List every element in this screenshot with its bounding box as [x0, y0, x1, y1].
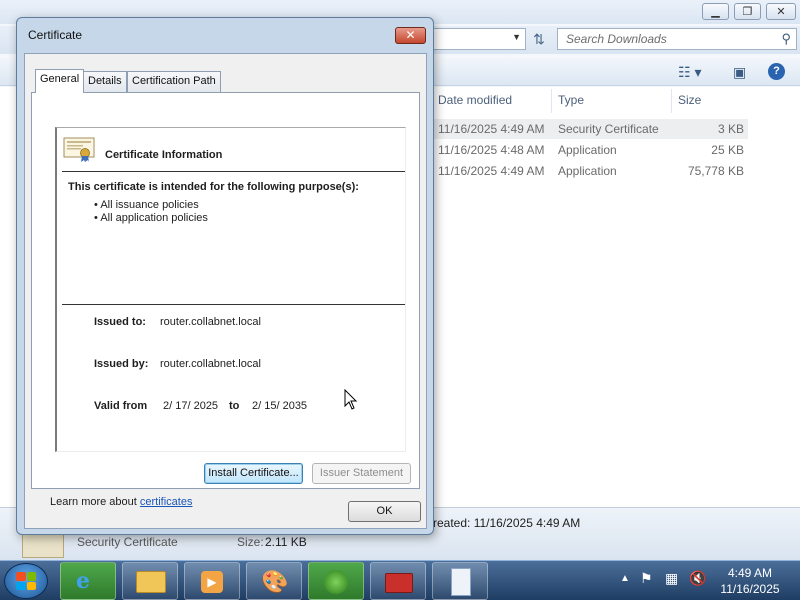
column-type[interactable]: Type [558, 93, 584, 107]
certificate-icon [63, 137, 95, 162]
folder-icon [136, 571, 166, 593]
preview-pane-icon[interactable]: ▣ [733, 63, 746, 81]
column-size[interactable]: Size [678, 93, 701, 107]
file-size: 25 KB [711, 143, 744, 157]
certificate-info-title: Certificate Information [105, 149, 223, 161]
tab-general[interactable]: General [35, 69, 85, 93]
explorer-close-button[interactable]: ✕ [766, 3, 796, 20]
taskbar: e ▶ 🎨 ▲ ⚑ ▦ 🔇 4:49 AM 11/16/2025 [0, 560, 800, 600]
mouse-cursor-icon [344, 389, 358, 410]
divider [62, 171, 405, 172]
valid-from-label: Valid from [94, 400, 148, 412]
tab-certification-path[interactable]: Certification Path [127, 71, 221, 92]
issued-by-value: router.collabnet.local [160, 358, 261, 370]
dialog-body: General Details Certification Path Certi… [24, 53, 427, 529]
valid-to-value: 2/ 15/ 2035 [252, 400, 308, 412]
system-clock[interactable]: 4:49 AM 11/16/2025 [712, 565, 788, 597]
dialog-close-button[interactable]: ✕ [395, 27, 426, 44]
file-type: Security Certificate [558, 122, 659, 136]
purpose-heading: This certificate is intended for the fol… [68, 181, 359, 193]
address-dropdown-icon[interactable]: ▼ [512, 32, 521, 42]
document-icon [451, 568, 471, 596]
maximize-button[interactable]: ❐ [734, 3, 761, 20]
file-size: 75,778 KB [687, 164, 744, 178]
windows-orb-icon [324, 570, 348, 594]
view-options-icon[interactable]: ☷ ▾ [678, 63, 701, 81]
refresh-icon[interactable]: ⇅ [528, 29, 550, 49]
file-date: 11/16/2025 4:49 AM [438, 164, 545, 178]
windows-logo-icon [16, 572, 36, 590]
issued-by-label: Issued by: [94, 358, 149, 370]
file-type: Application [558, 164, 617, 178]
address-field[interactable]: ▼ [430, 28, 526, 50]
file-row[interactable]: 11/16/2025 4:48 AM Application 25 KB [432, 140, 748, 160]
volume-muted-icon[interactable]: 🔇 [689, 570, 706, 600]
details-file-type: Security Certificate [77, 535, 178, 549]
taskbar-toolbox[interactable] [370, 562, 426, 600]
show-hidden-icons[interactable]: ▲ [620, 573, 630, 600]
issuer-statement-button[interactable]: Issuer Statement [312, 463, 411, 484]
file-date: 11/16/2025 4:49 AM [438, 122, 545, 136]
toolbox-icon [385, 573, 413, 593]
valid-to-label: to [229, 400, 240, 412]
action-center-flag-icon[interactable]: ⚑ [640, 570, 653, 600]
paint-palette-icon: 🎨 [261, 569, 289, 594]
media-player-icon: ▶ [201, 571, 223, 593]
purpose-item: • All issuance policies [94, 199, 199, 211]
taskbar-explorer[interactable] [122, 562, 178, 600]
column-date-modified[interactable]: Date modified [438, 93, 512, 107]
taskbar-media-player[interactable]: ▶ [184, 562, 240, 600]
details-size-value: 2.11 KB [265, 535, 307, 549]
issued-to-value: router.collabnet.local [160, 316, 261, 328]
file-date: 11/16/2025 4:48 AM [438, 143, 545, 157]
learn-more-text: Learn more about certificates [50, 496, 193, 508]
column-separator[interactable] [671, 89, 672, 113]
issued-to-label: Issued to: [94, 316, 146, 328]
file-row[interactable]: 11/16/2025 4:49 AM Security Certificate … [432, 119, 748, 139]
divider [62, 304, 405, 305]
valid-from-value: 2/ 17/ 2025 [163, 400, 219, 412]
general-tab-panel: Certificate Information This certificate… [31, 92, 420, 508]
details-date-created: reated: 11/16/2025 4:49 AM [433, 516, 581, 530]
dialog-title: Certificate [28, 28, 83, 42]
network-icon[interactable]: ▦ [665, 570, 678, 600]
column-separator[interactable] [551, 89, 552, 113]
tab-details[interactable]: Details [83, 71, 127, 92]
clock-time: 4:49 AM [727, 566, 773, 580]
certificates-link[interactable]: certificates [140, 496, 193, 508]
taskbar-blank-document[interactable] [432, 562, 488, 600]
details-size-label: Size: [237, 535, 264, 549]
search-input[interactable]: Search Downloads ⚲ [557, 28, 797, 50]
file-row[interactable]: 11/16/2025 4:49 AM Application 75,778 KB [432, 161, 748, 181]
minimize-button[interactable]: ▁ [702, 3, 729, 20]
help-icon[interactable]: ? [768, 63, 785, 80]
ok-button[interactable]: OK [348, 501, 421, 522]
install-certificate-button[interactable]: Install Certificate... [204, 463, 303, 484]
search-icon[interactable]: ⚲ [781, 29, 791, 49]
taskbar-internet-explorer[interactable]: e [60, 562, 116, 600]
purpose-item: • All application policies [94, 212, 208, 224]
clock-date: 11/16/2025 [720, 582, 780, 596]
file-size: 3 KB [717, 122, 744, 136]
taskbar-windows-app[interactable] [308, 562, 364, 600]
taskbar-paint[interactable]: 🎨 [246, 562, 302, 600]
internet-explorer-icon: e [76, 568, 90, 594]
file-type: Application [558, 143, 617, 157]
start-button[interactable] [4, 563, 48, 599]
certificate-dialog: Certificate ✕ General Details Certificat… [16, 17, 434, 535]
